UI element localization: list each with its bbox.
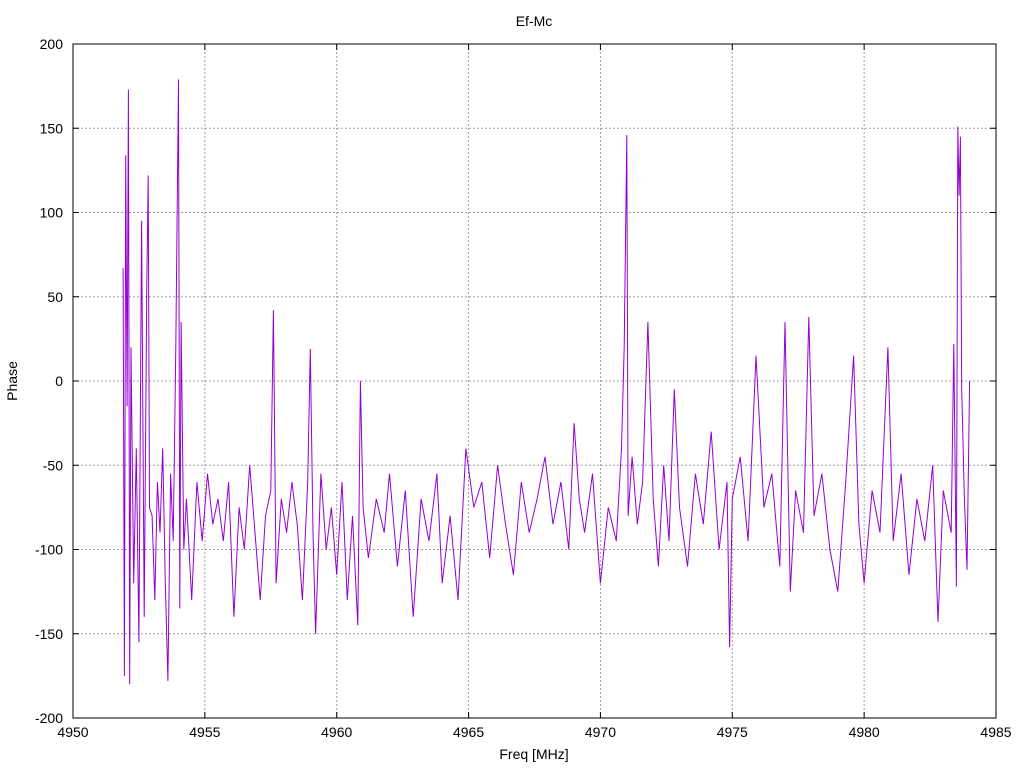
series-layer xyxy=(122,79,971,685)
x-tick-label: 4950 xyxy=(57,724,88,740)
x-tick-label: 4965 xyxy=(453,724,484,740)
y-tick-label: -200 xyxy=(35,710,63,726)
y-tick-label: 200 xyxy=(40,36,64,52)
y-tick-label: 100 xyxy=(40,205,64,221)
x-tick-label: 4970 xyxy=(585,724,616,740)
x-tick-label: 4975 xyxy=(717,724,748,740)
grid-lines xyxy=(73,44,996,718)
chart-title: Ef-Mc xyxy=(516,13,553,29)
x-tick-label: 4980 xyxy=(849,724,880,740)
y-tick-label: -50 xyxy=(43,457,63,473)
y-tick-label: 0 xyxy=(55,373,63,389)
phase-chart: 4950 4955 4960 4965 4970 4975 4980 4985 200 150 1… xyxy=(4,13,1012,762)
y-axis-label: Phase xyxy=(4,361,20,401)
series-line-0 xyxy=(122,79,971,685)
x-tick-label: 4960 xyxy=(321,724,352,740)
y-tick-label: -100 xyxy=(35,542,63,558)
x-tick-label: 4985 xyxy=(980,724,1011,740)
x-axis-ticks: 4950 4955 4960 4965 4970 4975 4980 4985 xyxy=(57,44,1012,740)
x-axis-label: Freq [MHz] xyxy=(499,746,568,762)
y-tick-label: 50 xyxy=(47,289,63,305)
x-tick-label: 4955 xyxy=(189,724,220,740)
y-tick-label: -150 xyxy=(35,626,63,642)
y-tick-label: 150 xyxy=(40,120,64,136)
